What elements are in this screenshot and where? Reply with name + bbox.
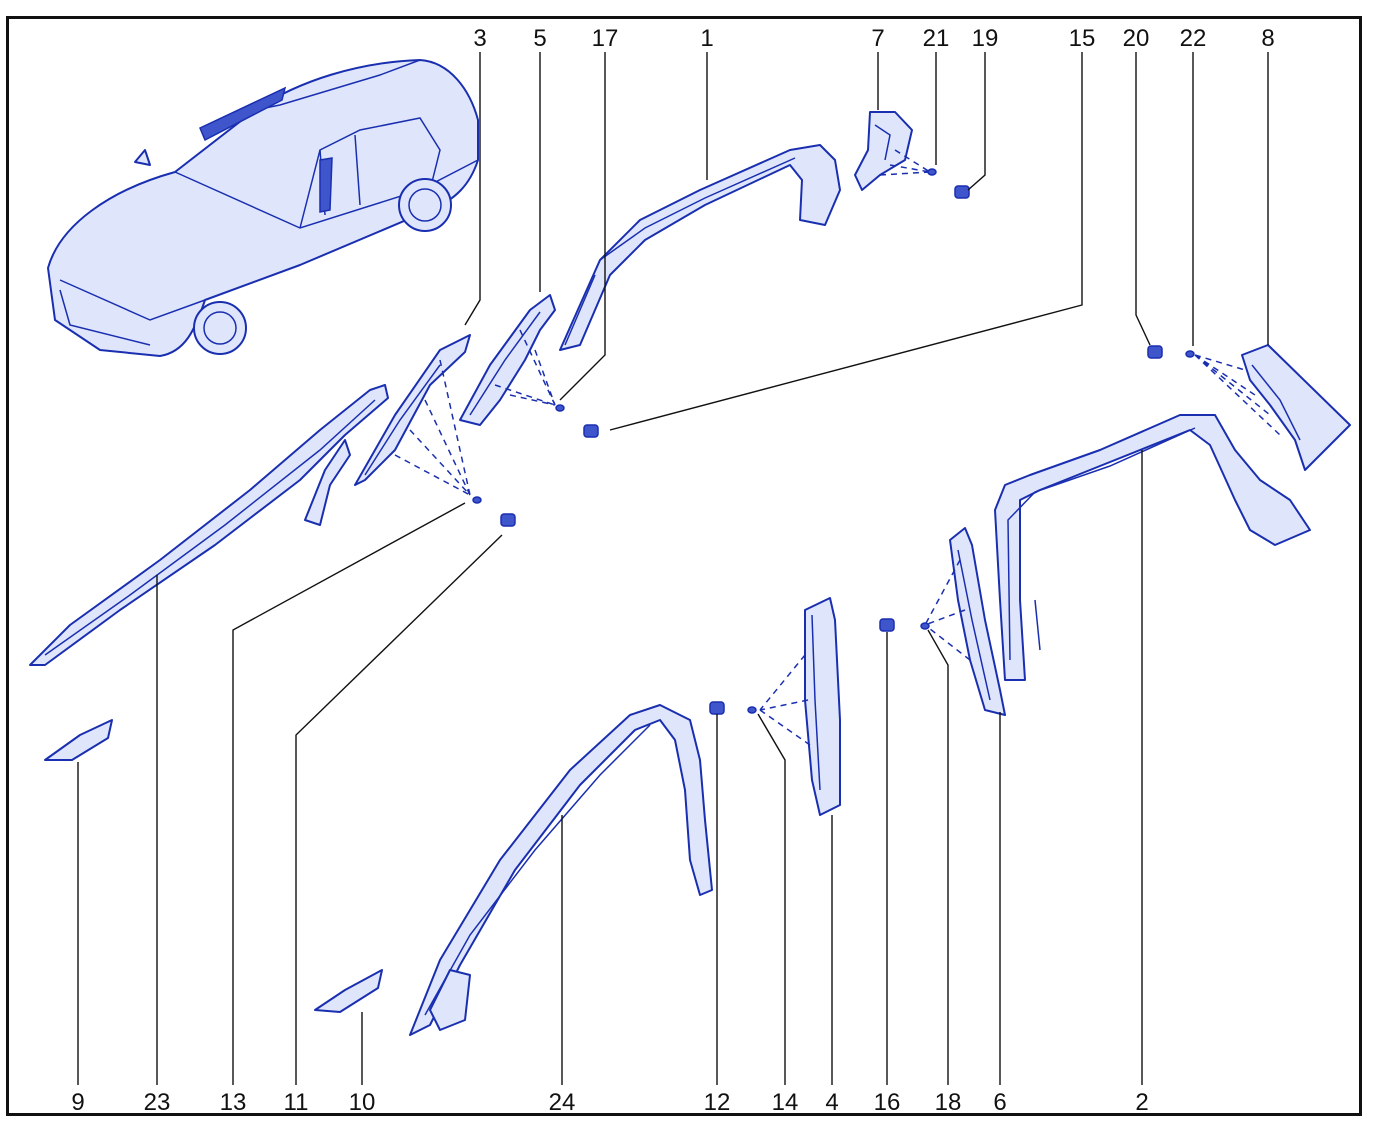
top-callout-19: 19 — [972, 25, 999, 52]
top-callouts: 3 5 17 1 7 21 19 15 20 22 8 — [473, 25, 1274, 52]
part-4-b-pillar-trim — [804, 597, 841, 816]
part-10-trim-clip — [314, 969, 383, 1013]
bottom-callouts: 9 23 13 11 10 24 12 14 4 16 18 6 2 — [71, 1089, 1148, 1116]
bottom-callout-18: 18 — [935, 1089, 962, 1116]
top-callout-7: 7 — [871, 25, 884, 52]
top-callout-21: 21 — [923, 25, 950, 52]
nut-15-icon — [583, 424, 599, 438]
top-callout-20: 20 — [1123, 25, 1150, 52]
top-callout-8: 8 — [1261, 25, 1274, 52]
top-callout-17: 17 — [592, 25, 619, 52]
clip-18-icon — [920, 622, 930, 630]
nut-16-icon — [879, 618, 895, 632]
clip-13-icon — [472, 496, 482, 504]
nut-12-icon — [709, 701, 725, 715]
nut-20-icon — [1147, 345, 1163, 359]
part-8-quarter-trim — [1241, 344, 1351, 471]
top-callout-1: 1 — [700, 25, 713, 52]
top-callout-5: 5 — [533, 25, 546, 52]
bottom-callout-16: 16 — [874, 1089, 901, 1116]
bottom-callout-24: 24 — [549, 1089, 576, 1116]
clip-21-icon — [927, 168, 937, 176]
part-24-door-frame-trim — [409, 704, 713, 1036]
bottom-callout-11: 11 — [284, 1089, 309, 1116]
bottom-callout-4: 4 — [825, 1089, 838, 1116]
bottom-callout-14: 14 — [772, 1089, 799, 1116]
clip-14-icon — [747, 706, 757, 714]
clip-22-icon — [1185, 350, 1195, 358]
part-7-bracket — [854, 111, 913, 191]
part-1-roof-trim — [559, 144, 841, 351]
part-5-pillar-trim — [459, 294, 556, 426]
top-callout-3: 3 — [473, 25, 486, 52]
top-callout-22: 22 — [1180, 25, 1207, 52]
bottom-callout-6: 6 — [993, 1089, 1006, 1116]
bottom-callout-13: 13 — [220, 1089, 247, 1116]
part-23-roof-rail — [29, 384, 389, 666]
car-overview-icon — [47, 59, 479, 357]
clip-17-icon — [555, 404, 565, 412]
nut-19-icon — [954, 185, 970, 199]
bottom-callout-10: 10 — [349, 1089, 376, 1116]
part-2-rear-door-frame — [994, 414, 1311, 681]
bottom-callout-12: 12 — [704, 1089, 731, 1116]
part-9-trim-clip — [44, 719, 113, 761]
exploded-parts-diagram: 3 5 17 1 7 21 19 15 20 22 8 9 23 13 11 10 24 12 14 4 16 18 6 2 — [29, 25, 1351, 1116]
bottom-callout-2: 2 — [1135, 1089, 1148, 1116]
top-callout-15: 15 — [1069, 25, 1096, 52]
bottom-callout-9: 9 — [71, 1089, 84, 1116]
nut-11-icon — [500, 513, 516, 527]
bottom-callout-23: 23 — [144, 1089, 171, 1116]
